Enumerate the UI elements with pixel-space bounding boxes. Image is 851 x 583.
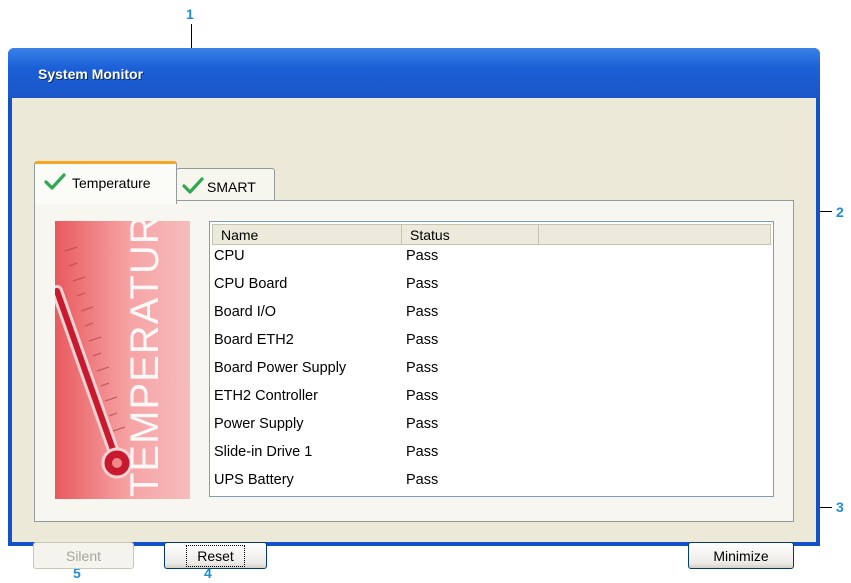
row-status: Pass	[406, 304, 439, 320]
tab-temperature-label: Temperature	[72, 175, 151, 191]
list-item[interactable]: Board I/O Pass	[214, 302, 754, 330]
callout-3: 3	[836, 499, 844, 515]
reset-button[interactable]: Reset	[164, 542, 267, 569]
tab-temperature[interactable]: Temperature	[34, 161, 177, 204]
row-name: Board Power Supply	[214, 360, 347, 376]
title-bar[interactable]: System Monitor	[8, 48, 820, 98]
list-item[interactable]: Power Supply Pass	[214, 414, 754, 442]
callout-1: 1	[186, 6, 194, 22]
row-name: CPU Board	[214, 276, 288, 292]
row-name: UPS Battery	[214, 472, 294, 488]
reset-button-label: Reset	[186, 545, 245, 567]
tab-smart-label: SMART	[207, 179, 256, 195]
window-client-area: Temperature SMART TEMPERATURE Name Statu…	[12, 98, 816, 569]
row-status: Pass	[406, 416, 439, 432]
window-title: System Monitor	[38, 66, 144, 82]
row-status: Pass	[406, 472, 439, 488]
row-status: Pass	[406, 388, 439, 404]
row-status: Pass	[406, 444, 439, 460]
list-item[interactable]: ETH2 Controller Pass	[214, 386, 754, 414]
list-item[interactable]: Board ETH2 Pass	[214, 330, 754, 358]
banner-text: TEMPERATURE	[123, 221, 167, 497]
list-item[interactable]: Board Power Supply Pass	[214, 358, 754, 386]
row-name: Slide-in Drive 1	[214, 444, 313, 460]
column-header-status[interactable]: Status	[401, 224, 539, 245]
column-header-name[interactable]: Name	[212, 224, 402, 245]
sensor-list[interactable]: Name Status CPU Pass CPU Board Pass Boar…	[209, 221, 774, 497]
minimize-button-label: Minimize	[713, 548, 769, 564]
thermometer-banner: TEMPERATURE	[55, 221, 190, 499]
list-item[interactable]: CPU Pass	[214, 246, 754, 274]
list-item[interactable]: UPS Battery Pass	[214, 470, 754, 498]
silent-button[interactable]: Silent	[33, 542, 134, 569]
minimize-button[interactable]: Minimize	[688, 542, 794, 569]
row-status: Pass	[406, 360, 439, 376]
column-header-extra[interactable]	[538, 224, 771, 245]
row-name: Power Supply	[214, 416, 304, 432]
row-name: Board I/O	[214, 304, 277, 320]
silent-button-label: Silent	[65, 548, 102, 564]
tab-panel: TEMPERATURE Name Status CPU Pass CPU Boa…	[34, 200, 794, 522]
callout-2: 2	[836, 204, 844, 220]
row-status: Pass	[406, 332, 439, 348]
list-item[interactable]: CPU Board Pass	[214, 274, 754, 302]
row-name: Board ETH2	[214, 332, 294, 348]
row-name: CPU	[214, 248, 245, 264]
row-status: Pass	[406, 276, 439, 292]
system-monitor-window: System Monitor Temperature SMART TEMPERA…	[8, 48, 820, 569]
checkmark-icon	[182, 177, 204, 198]
row-status: Pass	[406, 248, 439, 264]
checkmark-icon	[44, 173, 66, 194]
row-name: ETH2 Controller	[214, 388, 318, 404]
list-item[interactable]: Slide-in Drive 1 Pass	[214, 442, 754, 470]
